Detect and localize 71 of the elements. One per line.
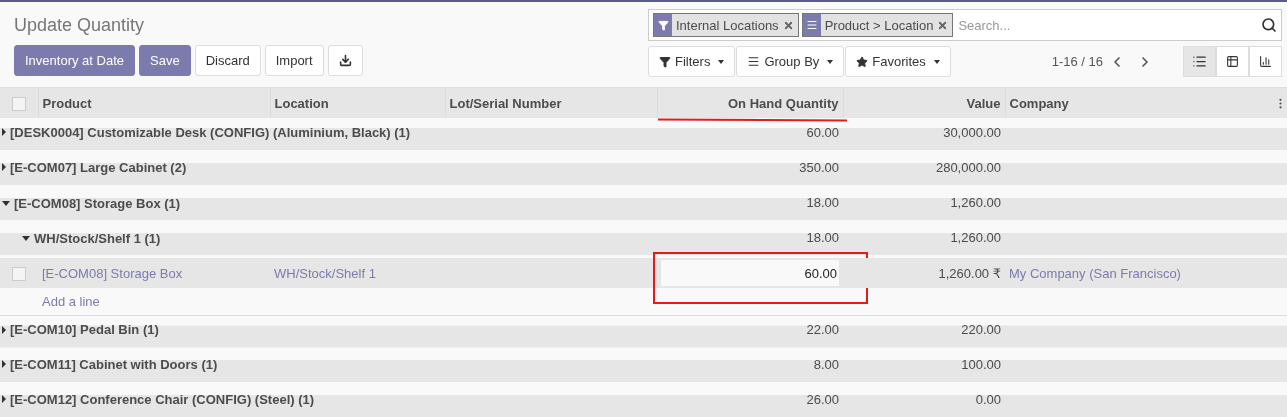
view-button[interactable] [1249,46,1282,77]
caret-down-icon [22,235,30,241]
value-total: 100.00 [961,356,1001,372]
download-icon [338,54,352,67]
caret-right-icon [2,128,6,137]
caret-down-icon [2,200,10,206]
group-label: [E-COM08] Storage Box (1) [14,195,181,211]
search-icon[interactable] [1261,17,1277,33]
remove-icon[interactable] [937,19,949,31]
menu-icon [747,55,761,68]
primary-button[interactable]: Save [139,45,191,76]
product-cell: [E-COM08] Storage Box [42,265,183,281]
download-button[interactable] [327,45,363,76]
primary-button[interactable]: Inventory at Date [14,45,135,76]
table-icon [1226,55,1239,68]
company-cell: My Company (San Francisco) [1009,265,1181,281]
filter-icon [657,19,669,31]
group-label: WH/Stock/Shelf 1 (1) [34,230,161,246]
filter-icon [659,55,671,68]
quantity-total: 26.00 [806,391,839,407]
quantity-total: 18.00 [806,194,839,210]
add-line-link[interactable]: Add a line [42,293,100,309]
value-total: 280,000.00 [935,159,1001,175]
column-header[interactable]: Product [42,95,92,111]
pager-text: 1-16 / 16 [1051,54,1103,69]
value-cell: 1,260.00 ₹ [938,265,1001,281]
search-facet[interactable]: Internal Locations [653,13,799,37]
remove-icon[interactable] [782,19,794,31]
location-cell: WH/Stock/Shelf 1 [274,265,376,281]
view-button[interactable] [1183,46,1216,77]
row-checkbox[interactable] [12,266,26,281]
view-button[interactable] [1216,46,1249,77]
value-total: 1,260.00 [950,194,1001,210]
caret-right-icon [2,325,6,334]
group-label: [E-COM11] Cabinet with Doors (1) [10,356,218,372]
caret-right-icon [2,395,6,404]
quantity-total: 18.00 [806,229,839,245]
caret-right-icon [2,163,6,172]
page-title: Update Quantity [14,15,146,37]
bar-chart-icon [1259,55,1272,68]
value-total: 1,260.00 [950,229,1001,245]
quantity-total: 8.00 [813,356,839,372]
column-header[interactable]: Company [1009,95,1069,111]
star-icon [856,55,869,68]
search-input[interactable]: Search... [956,16,1258,34]
facet-label: Product > Location [824,17,934,33]
value-total: 30,000.00 [943,124,1001,140]
group-label: [E-COM12] Conference Chair (CONFIG) (Steel) (1) [10,391,315,407]
quantity-total: 60.00 [806,124,839,140]
value-total: 220.00 [961,321,1001,337]
search-option-button[interactable]: Favorites [845,46,951,77]
search-field[interactable]: Internal Locations Product > Location Search... [648,9,1282,41]
secondary-button[interactable]: Discard [194,45,261,76]
quantity-total: 22.00 [806,321,839,337]
search-option-button[interactable]: Group By [736,46,845,77]
group-label: [DESK0004] Customizable Desk (CONFIG) (Aluminium, Black) (1) [10,124,411,140]
column-header[interactable]: Location [274,95,329,111]
secondary-button[interactable]: Import [264,45,324,76]
facet-label: Internal Locations [676,17,779,33]
quantity-input[interactable]: 60.00 [661,260,839,286]
group-label: [E-COM07] Large Cabinet (2) [10,159,187,175]
column-header[interactable]: Value [966,95,1001,111]
search-option-button[interactable]: Filters [648,46,736,77]
search-facet[interactable]: Product > Location [801,13,954,37]
quantity-total: 350.00 [799,159,839,175]
group-label: [E-COM10] Pedal Bin (1) [10,322,159,337]
select-all-checkbox[interactable] [12,96,26,111]
caret-right-icon [2,360,6,369]
list-icon [1192,54,1207,69]
value-total: 0.00 [975,391,1001,407]
menu-icon [805,19,818,31]
